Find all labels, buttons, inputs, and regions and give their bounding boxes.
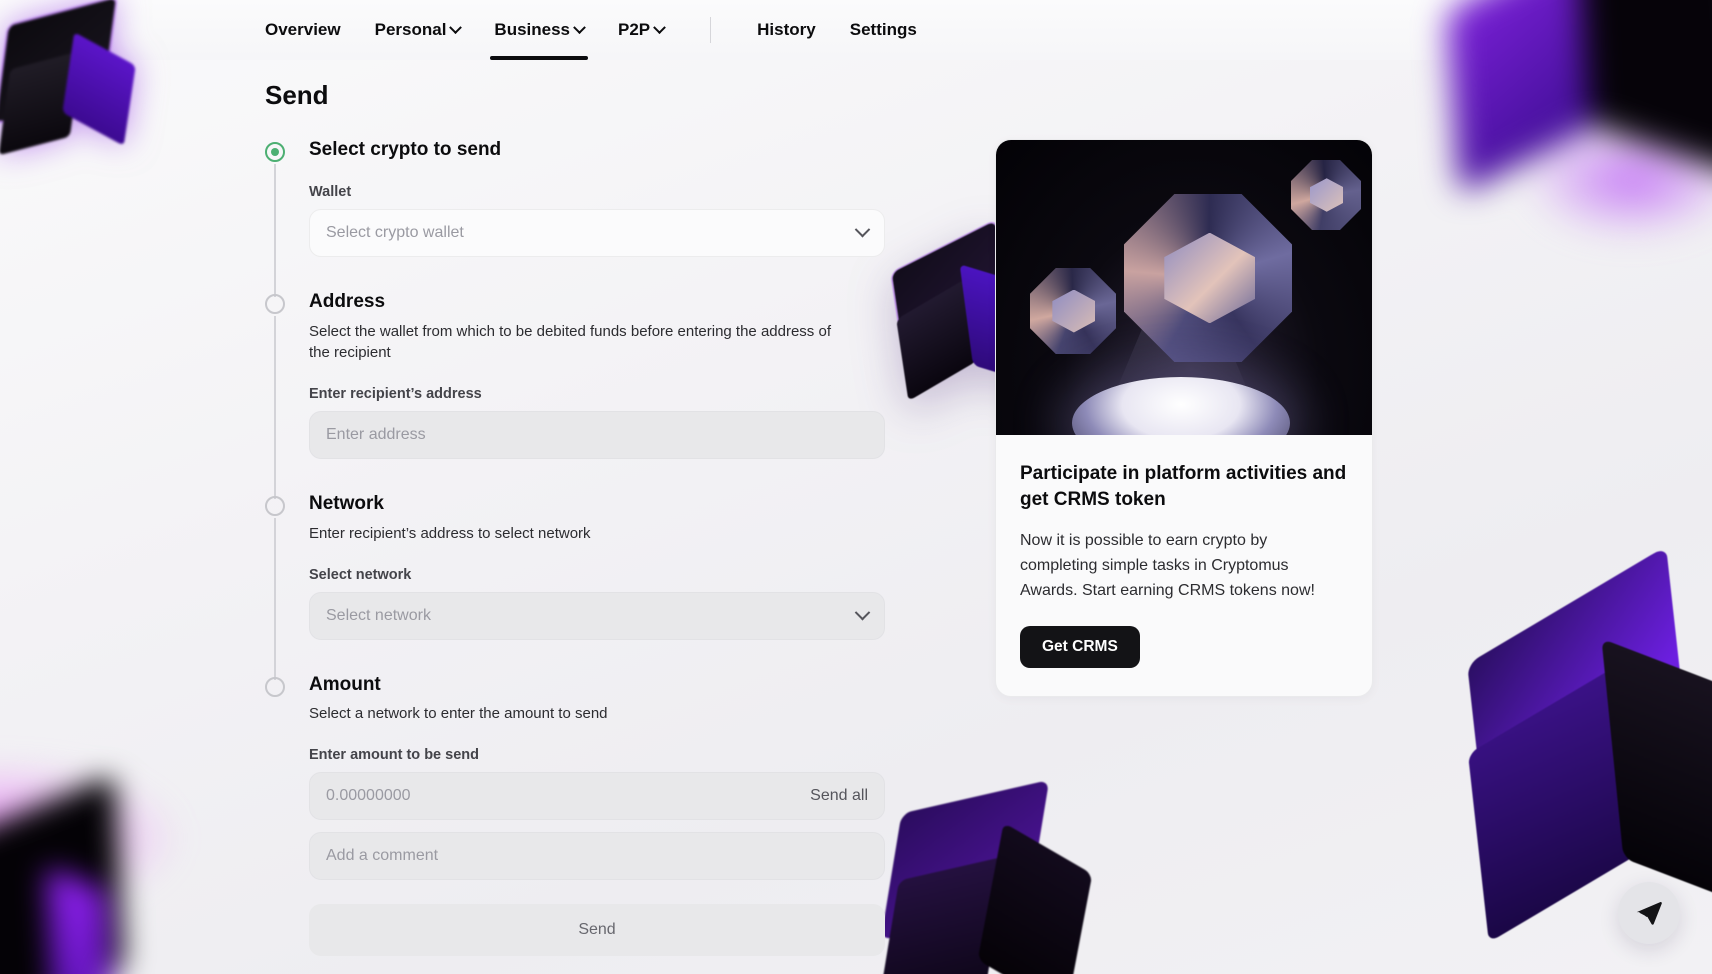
comment-input-placeholder: Add a comment: [326, 847, 439, 865]
amount-input[interactable]: 0.00000000 Send all: [309, 772, 885, 821]
promo-body: Participate in platform activities and g…: [996, 435, 1372, 696]
nav-item-label: Personal: [374, 20, 447, 39]
step-indicator-pending-icon: [265, 496, 285, 517]
wallet-select[interactable]: Select crypto wallet: [309, 208, 885, 257]
chevron-down-icon: [854, 605, 871, 621]
chevron-down-icon: [854, 222, 871, 238]
network-field-label: Select network: [309, 566, 412, 583]
address-input[interactable]: Enter address: [309, 411, 885, 460]
network-select-placeholder: Select network: [326, 606, 431, 624]
nav-item-p2p[interactable]: P2P: [618, 0, 667, 60]
telegram-send-icon: [1636, 902, 1662, 925]
promo-illustration: [996, 140, 1372, 435]
nav-item-label: Overview: [265, 20, 341, 39]
top-navigation: Overview Personal Business P2P History S…: [0, 0, 1712, 60]
send-form: Select crypto to send Wallet Select cryp…: [265, 139, 885, 957]
amount-input-placeholder: 0.00000000: [326, 787, 411, 805]
page-content: Send Select crypto to send Wallet Select…: [0, 80, 1712, 957]
pedestal-shape: [1072, 377, 1290, 435]
nav-item-personal[interactable]: Personal: [374, 0, 463, 60]
form-step-amount: Amount Select a network to enter the amo…: [265, 674, 885, 957]
wallet-select-placeholder: Select crypto wallet: [326, 223, 464, 241]
send-all-button[interactable]: Send all: [810, 787, 868, 805]
form-step-select-crypto: Select crypto to send Wallet Select cryp…: [265, 139, 885, 297]
form-step-address: Address Select the wallet from which to …: [265, 290, 885, 500]
chevron-down-icon: [449, 20, 463, 34]
send-button[interactable]: Send: [309, 904, 885, 957]
step-description: Select the wallet from which to be debit…: [309, 322, 831, 362]
page-title: Send: [265, 80, 329, 110]
nav-item-overview[interactable]: Overview: [265, 0, 341, 60]
address-input-placeholder: Enter address: [326, 426, 426, 444]
chevron-down-icon: [573, 20, 586, 34]
content-columns: Select crypto to send Wallet Select cryp…: [265, 139, 1712, 957]
step-indicator-completed-icon: [265, 142, 285, 162]
nav-item-history[interactable]: History: [757, 0, 816, 60]
nav-item-settings[interactable]: Settings: [850, 0, 917, 60]
chat-support-button[interactable]: [1618, 882, 1680, 944]
promo-card: Participate in platform activities and g…: [995, 139, 1373, 697]
step-indicator-pending-icon: [265, 676, 285, 697]
nav-item-label: History: [757, 20, 816, 39]
step-description: Enter recipient’s address to select netw…: [309, 524, 591, 542]
chevron-down-icon: [653, 20, 667, 34]
promo-title: Participate in platform activities and g…: [1020, 463, 1347, 510]
crypto-token-icon: [1291, 160, 1361, 230]
promo-text: Now it is possible to earn crypto by com…: [1020, 532, 1315, 599]
nav-item-label: Business: [494, 20, 571, 39]
nav-item-business[interactable]: Business: [490, 0, 588, 60]
step-title: Network: [309, 493, 384, 515]
form-step-network: Network Enter recipient’s address to sel…: [265, 493, 885, 680]
step-description: Select a network to enter the amount to …: [309, 705, 608, 723]
amount-field-label: Enter amount to be send: [309, 747, 479, 764]
address-field-label: Enter recipient’s address: [309, 386, 482, 403]
step-title: Amount: [309, 673, 381, 695]
step-connector-line: [274, 315, 276, 500]
comment-input[interactable]: Add a comment: [309, 832, 885, 881]
step-indicator-pending-icon: [265, 293, 285, 314]
nav-item-label: P2P: [618, 20, 651, 39]
step-connector-line: [274, 518, 276, 680]
step-connector-line: [274, 164, 276, 297]
wallet-field-label: Wallet: [309, 183, 352, 200]
get-crms-button[interactable]: Get CRMS: [1020, 625, 1140, 668]
step-title: Select crypto to send: [309, 139, 502, 160]
nav-divider: [710, 17, 712, 43]
crypto-token-icon: [1030, 268, 1116, 354]
nav-item-label: Settings: [849, 20, 917, 39]
network-select[interactable]: Select network: [309, 591, 885, 640]
step-title: Address: [309, 290, 386, 312]
